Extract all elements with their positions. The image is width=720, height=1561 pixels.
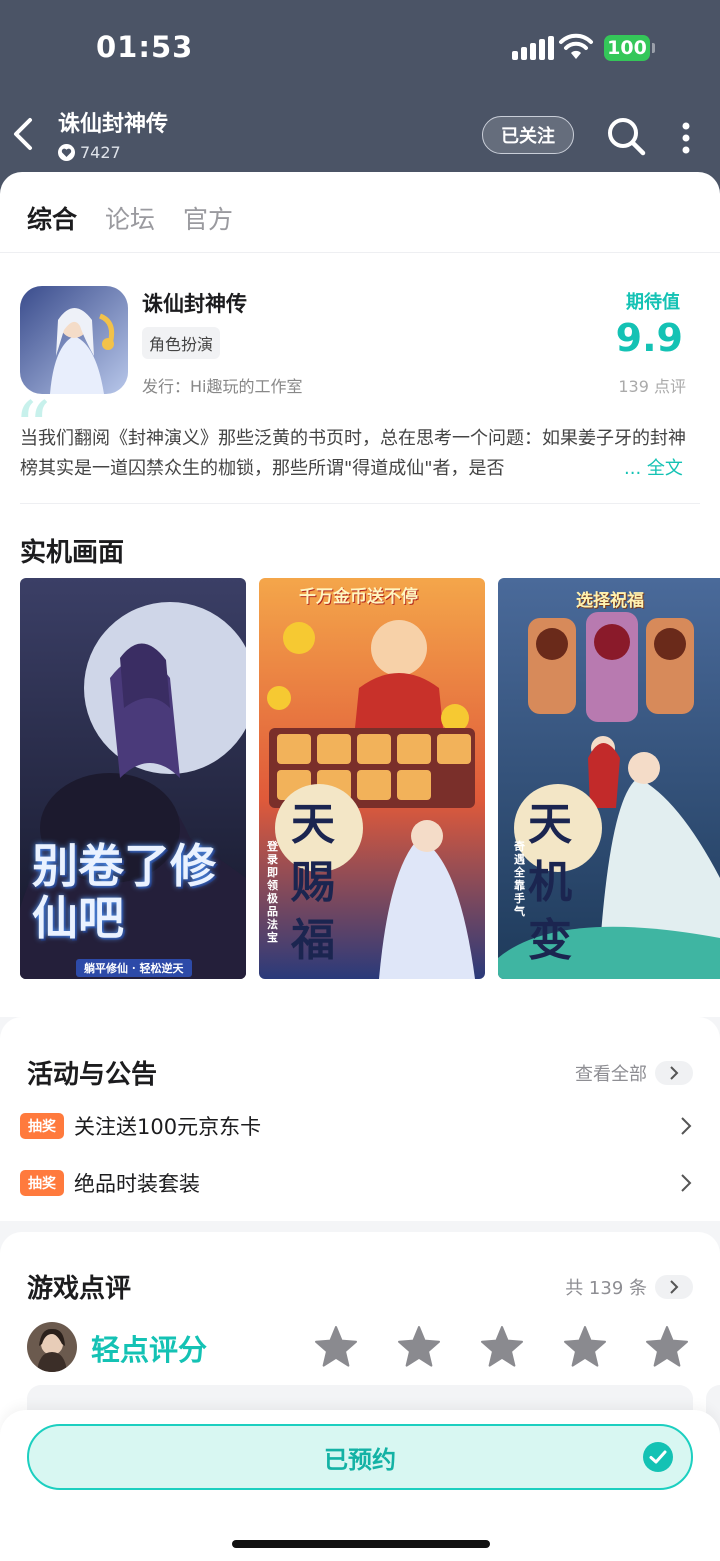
reviews-total-label: 共 139 条 <box>565 1278 647 1299</box>
activity-item[interactable]: 抽奖 绝品时装套装 <box>20 1163 700 1203</box>
star-icon[interactable] <box>562 1324 608 1370</box>
activity-text: 绝品时装套装 <box>74 1172 200 1196</box>
lottery-tag: 抽奖 <box>20 1170 64 1196</box>
wifi-icon <box>559 33 593 59</box>
screenshot-3-headline: 选择祝福 <box>576 591 644 611</box>
nav-title: 诛仙封神传 <box>58 112 169 137</box>
battery-indicator: 100 <box>604 35 650 61</box>
screenshot-1-headline: 别卷了修仙吧 <box>32 839 216 945</box>
section-divider <box>20 503 700 504</box>
chevron-right-icon <box>655 1061 693 1085</box>
follower-count-value: 7427 <box>80 143 121 162</box>
publisher-text[interactable]: 发行：Hi趣玩的工作室 <box>142 373 302 397</box>
tab-official[interactable]: 官方 <box>183 200 233 242</box>
follow-button[interactable]: 已关注 <box>482 116 574 154</box>
activity-text: 关注送100元京东卡 <box>74 1115 262 1139</box>
screenshot-1[interactable]: 别卷了修仙吧 躺平修仙 · 轻松逆天 <box>20 578 246 979</box>
screenshot-3-big-title: 天机变 <box>528 799 572 966</box>
check-circle-icon <box>643 1442 673 1472</box>
reserved-button[interactable]: 已预约 <box>27 1424 693 1490</box>
game-app-icon[interactable] <box>20 286 128 394</box>
game-description[interactable]: 当我们翻阅《封神演义》那些泛黄的书页时，总在思考一个问题：如果姜子牙的封神榜其实… <box>20 424 700 484</box>
game-title: 诛仙封神传 <box>142 292 247 316</box>
screenshot-3-side-text: 奇遇全靠手气 <box>514 840 525 918</box>
tab-overview[interactable]: 综合 <box>24 200 80 242</box>
star-icon[interactable] <box>479 1324 525 1370</box>
more-options-icon[interactable] <box>676 120 696 156</box>
chevron-right-icon <box>655 1275 693 1299</box>
activities-see-all-label: 查看全部 <box>575 1064 647 1085</box>
follower-count: 7427 <box>58 143 121 162</box>
tab-divider <box>0 252 720 253</box>
review-count: 139 点评 <box>618 377 686 396</box>
screenshot-2[interactable]: 千万金币送不停 天赐福 登录即领极品法宝 <box>259 578 485 979</box>
expectation-label: 期待值 <box>626 292 680 313</box>
read-more-link[interactable]: ... 全文 <box>618 454 683 484</box>
expectation-score: 9.9 <box>615 316 683 360</box>
lottery-tag: 抽奖 <box>20 1113 64 1139</box>
screenshot-1-subtitle: 躺平修仙 · 轻松逆天 <box>76 959 192 977</box>
activities-see-all[interactable]: 查看全部 <box>575 1060 693 1086</box>
activity-item[interactable]: 抽奖 关注送100元京东卡 <box>20 1106 700 1146</box>
status-time: 01:53 <box>96 30 194 64</box>
activities-title: 活动与公告 <box>27 1060 158 1090</box>
reviews-title: 游戏点评 <box>27 1274 132 1304</box>
battery-tip <box>652 43 655 53</box>
user-avatar[interactable] <box>27 1322 77 1372</box>
star-icon[interactable] <box>313 1324 359 1370</box>
home-indicator <box>232 1540 490 1548</box>
star-icon[interactable] <box>644 1324 690 1370</box>
tab-bar: 综合 论坛 官方 <box>24 200 233 242</box>
chevron-right-icon <box>681 1117 692 1135</box>
chevron-right-icon <box>681 1174 692 1192</box>
back-arrow-icon[interactable] <box>6 114 46 154</box>
cellular-signal-icon <box>512 36 554 60</box>
screenshot-2-big-title: 天赐福 <box>291 799 335 966</box>
star-icon[interactable] <box>396 1324 442 1370</box>
heart-badge-icon <box>58 144 75 161</box>
screenshots-title: 实机画面 <box>20 538 125 568</box>
genre-tag[interactable]: 角色扮演 <box>142 327 221 359</box>
search-icon[interactable] <box>604 114 648 158</box>
tap-to-rate-label: 轻点评分 <box>91 1333 208 1367</box>
screenshot-2-side-text: 登录即领极品法宝 <box>267 840 278 944</box>
reviews-see-all[interactable]: 共 139 条 <box>565 1274 693 1300</box>
screenshot-3[interactable]: 选择祝福 天机变 奇遇全靠手气 <box>498 578 720 979</box>
tab-forum[interactable]: 论坛 <box>105 200 155 242</box>
screenshot-2-headline: 千万金币送不停 <box>299 587 418 607</box>
